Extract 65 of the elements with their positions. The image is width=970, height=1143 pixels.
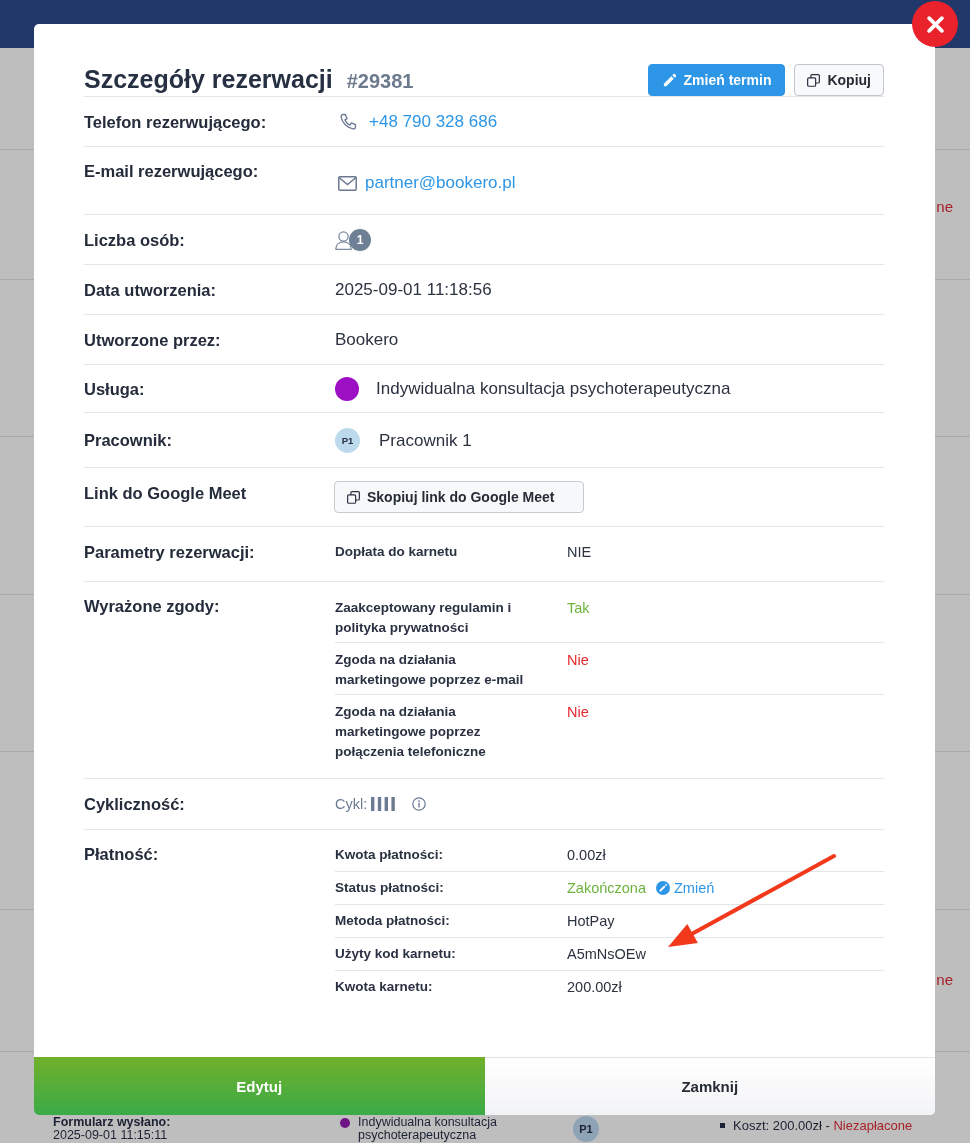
- dialog-title: Szczegóły rezerwacji: [84, 64, 333, 95]
- reschedule-button[interactable]: Zmień termin: [647, 64, 786, 96]
- field-label: Usługa:: [84, 379, 146, 400]
- field-label: Pracownik:: [84, 430, 174, 451]
- consent-text: Zgoda na działania marketingowe poprzez połączenia telefoniczne: [335, 703, 487, 761]
- email-link[interactable]: partner@bookero.pl: [365, 173, 516, 193]
- field-label: Wyrażone zgody:: [84, 596, 221, 617]
- consent-answer: Nie: [567, 651, 590, 670]
- cycle-label: Cykl:: [335, 796, 368, 812]
- bars-icon: [371, 797, 396, 811]
- field-label: Link do Google Meet: [84, 483, 248, 504]
- employee-avatar: P1: [335, 428, 360, 453]
- count-badge: 1: [349, 229, 371, 251]
- consent-answer: Nie: [567, 703, 590, 722]
- field-label: Płatność:: [84, 844, 160, 865]
- status-text-fragment: ne: [936, 198, 953, 216]
- payment-value: 0.00zł: [567, 846, 607, 865]
- phone-link[interactable]: +48 790 328 686: [369, 112, 498, 132]
- parameter-name: Dopłata do karnetu: [335, 543, 459, 561]
- phone-icon: [338, 112, 357, 132]
- employee-avatar: P1: [573, 1116, 599, 1142]
- status-text-fragment: ne: [936, 971, 953, 989]
- field-value: Bookero: [335, 330, 399, 350]
- payment-status: Zakończona: [567, 880, 646, 896]
- field-label: Telefon rezerwującego:: [84, 112, 268, 133]
- info-icon[interactable]: [412, 797, 427, 811]
- bullet-icon: [720, 1123, 725, 1128]
- field-label: Liczba osób:: [84, 230, 186, 251]
- consent-text: Zaakceptowany regulamin i polityka prywatności: [335, 599, 513, 637]
- form-sent-date: 2025-09-01 11:15:11: [53, 1129, 168, 1142]
- parameter-value: NIE: [567, 543, 593, 562]
- person-icon: [335, 230, 352, 250]
- reservation-number: #29381: [346, 70, 414, 93]
- change-status-link[interactable]: Zmień: [656, 880, 715, 896]
- payment-label: Metoda płatności:: [335, 912, 451, 930]
- close-icon: [926, 15, 944, 33]
- field-label: Parametry rezerwacji:: [84, 542, 256, 563]
- payment-label: Kwota karnetu:: [335, 978, 434, 996]
- service-name: Indywidualna konsultacja psychoterapeutyczna: [376, 379, 731, 399]
- copy-icon: [807, 73, 821, 87]
- payment-value: 200.00zł: [567, 978, 623, 997]
- field-value: 2025-09-01 11:18:56: [335, 280, 492, 300]
- payment-label: Użyty kod karnetu:: [335, 945, 457, 963]
- consent-answer: Tak: [567, 599, 591, 618]
- field-label: Cykliczność:: [84, 794, 186, 815]
- copy-meet-link-button[interactable]: Skopiuj link do Google Meet: [334, 481, 584, 513]
- pencil-icon: [662, 73, 677, 87]
- field-label: Utworzone przez:: [84, 330, 222, 351]
- close-dialog-button[interactable]: Zamknij: [484, 1057, 935, 1115]
- payment-label: Kwota płatności:: [335, 846, 444, 864]
- cost-text: Koszt: 200.00zł - Niezapłacone: [733, 1119, 913, 1133]
- field-label: E-mail rezerwującego:: [84, 161, 260, 182]
- payment-value: HotPay: [567, 912, 616, 931]
- copy-button[interactable]: Kopiuj: [794, 64, 884, 96]
- envelope-icon: [338, 175, 357, 191]
- service-name: Indywidualna konsultacja psychoterapeutyczna: [358, 1116, 498, 1142]
- copy-icon: [347, 490, 360, 504]
- edit-button[interactable]: Edytuj: [34, 1057, 485, 1115]
- employee-name: Pracownik 1: [379, 430, 472, 451]
- payment-value: A5mNsOEw: [567, 945, 647, 964]
- form-sent-label: Formularz wysłano:: [53, 1116, 171, 1129]
- field-label: Data utworzenia:: [84, 280, 218, 301]
- consent-text: Zgoda na działania marketingowe poprzez e-mail: [335, 651, 525, 689]
- edit-icon: [656, 881, 670, 895]
- payment-label: Status płatności:: [335, 879, 445, 897]
